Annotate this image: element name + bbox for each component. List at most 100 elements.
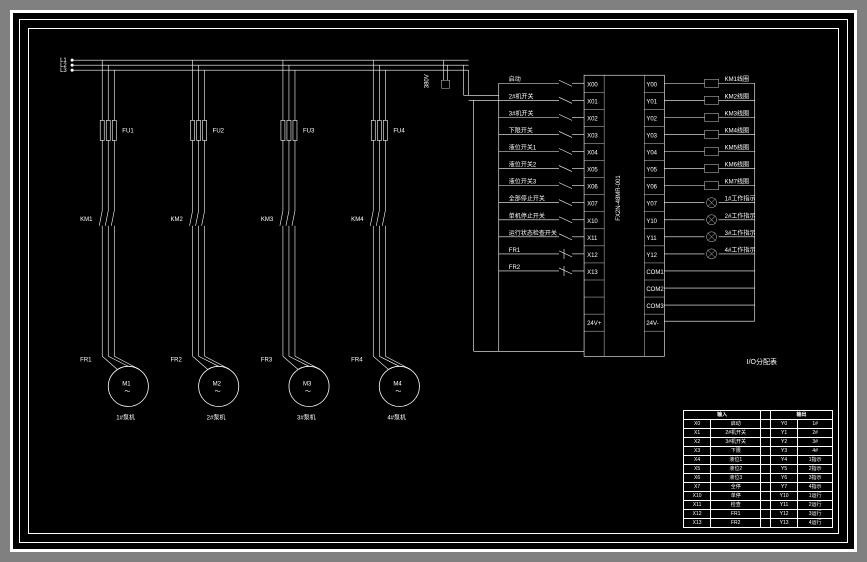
table-row: X12#机开关Y12# bbox=[684, 429, 833, 438]
svg-text:M4: M4 bbox=[393, 381, 402, 387]
svg-text:运行状态检查开关: 运行状态检查开关 bbox=[509, 229, 557, 237]
svg-text:M2: M2 bbox=[213, 381, 222, 387]
svg-text:3#工作指示: 3#工作指示 bbox=[725, 229, 756, 237]
svg-text:Y04: Y04 bbox=[646, 151, 657, 157]
table-row: X4液位1Y41指示 bbox=[684, 456, 833, 465]
svg-text:FU3: FU3 bbox=[303, 128, 315, 134]
svg-text:24V-: 24V- bbox=[646, 321, 658, 327]
svg-text:Y02: Y02 bbox=[646, 116, 657, 122]
table-row: X13FR2Y134运行 bbox=[684, 519, 833, 528]
svg-text:FU2: FU2 bbox=[213, 128, 225, 134]
svg-text:～: ～ bbox=[124, 389, 130, 395]
svg-text:KM1: KM1 bbox=[80, 217, 93, 223]
svg-text:液位开关3: 液位开关3 bbox=[509, 178, 537, 186]
svg-text:X10: X10 bbox=[587, 219, 598, 225]
svg-text:～: ～ bbox=[215, 389, 221, 395]
transformer: 380V bbox=[424, 60, 498, 100]
svg-text:380V: 380V bbox=[424, 74, 430, 88]
table-row: X23#机开关Y23# bbox=[684, 438, 833, 447]
motor-branch-2: FU2 KM2 FR2 M2 ～ 2#泵机 bbox=[170, 60, 238, 421]
table-row: X3下限Y34# bbox=[684, 447, 833, 456]
svg-text:COM1: COM1 bbox=[646, 270, 664, 276]
svg-text:M1: M1 bbox=[122, 381, 131, 387]
motor-branch-3: FU3 KM3 FR3 M3 ～ 3#泵机 bbox=[261, 60, 329, 421]
svg-text:Y00: Y00 bbox=[646, 82, 657, 88]
svg-text:FR4: FR4 bbox=[351, 357, 363, 363]
table-row: X7全停Y74指示 bbox=[684, 483, 833, 492]
svg-text:全部停止开关: 全部停止开关 bbox=[509, 195, 545, 203]
table-row: X10单停Y101运行 bbox=[684, 492, 833, 501]
svg-text:X11: X11 bbox=[587, 236, 598, 242]
svg-text:KM2: KM2 bbox=[170, 217, 183, 223]
power-rails: L1 L2 L3 bbox=[60, 58, 469, 74]
svg-text:Y06: Y06 bbox=[646, 185, 657, 191]
output-loads: KM1线圈 KM2线圈 KM3线圈 KM4线圈 KM5线圈 KM6线圈 KM7线… bbox=[664, 75, 755, 321]
svg-text:FR3: FR3 bbox=[261, 357, 273, 363]
svg-text:KM4: KM4 bbox=[351, 217, 364, 223]
svg-text:Y01: Y01 bbox=[646, 99, 657, 105]
table-row: X12FR1Y123运行 bbox=[684, 510, 833, 519]
svg-text:Y03: Y03 bbox=[646, 133, 657, 139]
outer-frame: L1 L2 L3 FU1 bbox=[10, 10, 857, 552]
table-row: X11检查Y112运行 bbox=[684, 501, 833, 510]
io-header-output: 输出 bbox=[770, 411, 832, 420]
svg-text:KM4线圈: KM4线圈 bbox=[725, 126, 749, 134]
svg-text:COM3: COM3 bbox=[646, 304, 664, 310]
svg-text:3#泵机: 3#泵机 bbox=[297, 414, 316, 422]
svg-text:Y10: Y10 bbox=[646, 219, 657, 225]
svg-text:COM2: COM2 bbox=[646, 287, 664, 293]
svg-text:KM7线圈: KM7线圈 bbox=[725, 178, 749, 186]
svg-text:1#工作指示: 1#工作指示 bbox=[725, 195, 756, 203]
svg-text:FX2N-48MR-001: FX2N-48MR-001 bbox=[616, 175, 622, 221]
io-header-input: 输入 bbox=[684, 411, 761, 420]
svg-text:X12: X12 bbox=[587, 253, 598, 259]
svg-text:24V+: 24V+ bbox=[587, 321, 602, 327]
svg-text:～: ～ bbox=[305, 389, 311, 395]
svg-text:X05: X05 bbox=[587, 168, 598, 174]
plc-block: FX2N-48MR-001 bbox=[584, 75, 664, 356]
motor-branch-4: FU4 KM4 FR4 M4 ～ 4#泵机 bbox=[351, 60, 419, 421]
svg-text:X02: X02 bbox=[587, 116, 598, 122]
inner-frame: L1 L2 L3 FU1 bbox=[19, 19, 848, 543]
svg-text:KM2线圈: KM2线圈 bbox=[725, 92, 749, 100]
svg-text:FR1: FR1 bbox=[509, 248, 521, 254]
svg-text:KM3: KM3 bbox=[261, 217, 274, 223]
svg-text:Y12: Y12 bbox=[646, 253, 657, 259]
svg-text:Y11: Y11 bbox=[646, 236, 657, 242]
svg-text:4#泵机: 4#泵机 bbox=[387, 414, 406, 422]
svg-text:2#工作指示: 2#工作指示 bbox=[725, 212, 756, 220]
svg-text:KM5线圈: KM5线圈 bbox=[725, 143, 749, 151]
svg-text:FR1: FR1 bbox=[80, 357, 92, 363]
svg-text:2#泵机: 2#泵机 bbox=[207, 414, 226, 422]
plc-output-rows: Y00 Y01 Y02 Y03 Y04 Y05 Y06 Y07 Y10 Y11 … bbox=[644, 82, 664, 331]
svg-text:KM3线圈: KM3线圈 bbox=[725, 109, 749, 117]
svg-text:FU1: FU1 bbox=[122, 128, 134, 134]
svg-text:X04: X04 bbox=[587, 151, 598, 157]
svg-text:M3: M3 bbox=[303, 381, 312, 387]
svg-text:液位开关2: 液位开关2 bbox=[509, 161, 537, 169]
label-l3: L3 bbox=[60, 68, 67, 74]
svg-text:4#工作指示: 4#工作指示 bbox=[725, 246, 756, 254]
svg-text:下限开关: 下限开关 bbox=[509, 126, 533, 134]
svg-text:X01: X01 bbox=[587, 99, 598, 105]
svg-text:FR2: FR2 bbox=[509, 265, 521, 271]
svg-text:液位开关1: 液位开关1 bbox=[509, 143, 537, 151]
table-row: X0启动Y01# bbox=[684, 420, 833, 429]
svg-text:Y07: Y07 bbox=[646, 202, 657, 208]
svg-text:2#机开关: 2#机开关 bbox=[509, 92, 534, 100]
plc-input-rows: X00 X01 X02 X03 X04 X05 X06 X07 X10 X11 … bbox=[584, 82, 604, 331]
svg-text:X07: X07 bbox=[587, 202, 598, 208]
svg-text:单机停止开关: 单机停止开关 bbox=[509, 212, 545, 220]
svg-text:KM1线圈: KM1线圈 bbox=[725, 75, 749, 83]
svg-text:FU4: FU4 bbox=[393, 128, 405, 134]
io-allocation-table: 输入 输出 X0启动Y01#X12#机开关Y12#X23#机开关Y23#X3下限… bbox=[683, 410, 833, 528]
svg-text:3#机开关: 3#机开关 bbox=[509, 109, 534, 117]
svg-text:X06: X06 bbox=[587, 185, 598, 191]
svg-text:Y05: Y05 bbox=[646, 168, 657, 174]
io-table-title: I/O分配表 bbox=[747, 357, 777, 367]
svg-text:启动: 启动 bbox=[509, 75, 521, 83]
motor-branch-1: FU1 KM1 FR1 M1 ～ bbox=[80, 60, 148, 421]
svg-text:X13: X13 bbox=[587, 270, 598, 276]
svg-text:X00: X00 bbox=[587, 82, 598, 88]
svg-text:KM6线圈: KM6线圈 bbox=[725, 161, 749, 169]
